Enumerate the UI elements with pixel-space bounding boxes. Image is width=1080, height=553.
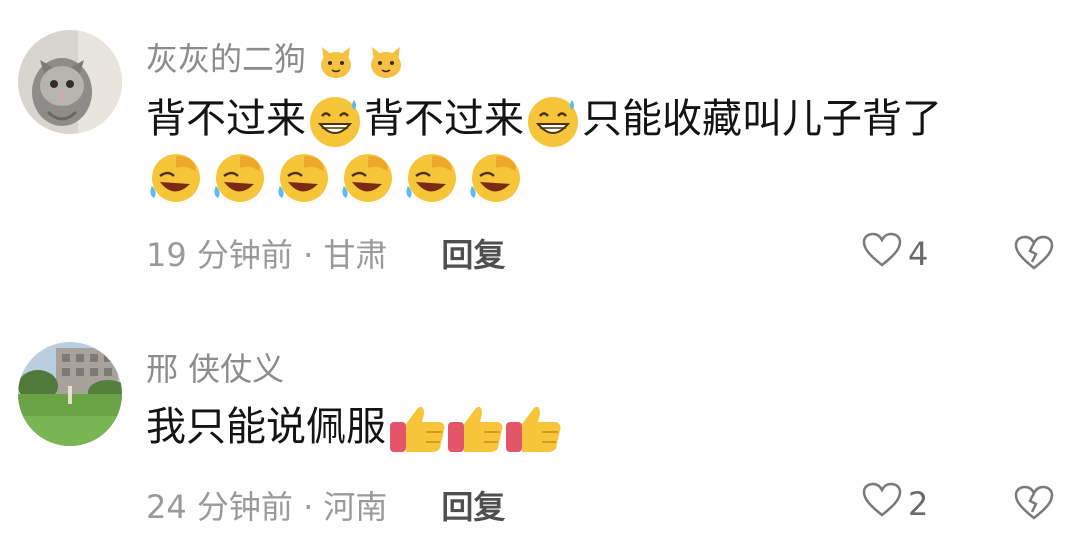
avatar[interactable] bbox=[18, 30, 122, 134]
thumbs-up-icon bbox=[444, 400, 503, 458]
comment-text: 我只能说佩服 bbox=[146, 396, 561, 458]
dislike-button[interactable] bbox=[1014, 234, 1054, 274]
thumbs-up-icon bbox=[502, 400, 561, 458]
avatar[interactable] bbox=[18, 342, 122, 446]
like-count: 2 bbox=[908, 485, 929, 523]
grinning-sweat-icon bbox=[524, 92, 582, 150]
emoji-row bbox=[146, 150, 524, 208]
thumbs-up-icon bbox=[386, 400, 445, 458]
heart-icon bbox=[862, 232, 902, 276]
grinning-sweat-icon bbox=[306, 92, 364, 150]
reply-button[interactable]: 回复 bbox=[441, 230, 505, 276]
comment-text: 背不过来 背不过来 只能收藏叫儿子背了 bbox=[146, 88, 942, 150]
rolling-laughing-icon bbox=[466, 150, 524, 208]
broken-heart-icon bbox=[1014, 485, 1054, 526]
comment-time-location: 24 分钟前 · 河南 bbox=[146, 488, 388, 526]
rolling-laughing-icon bbox=[210, 150, 268, 208]
rolling-laughing-icon bbox=[402, 150, 460, 208]
like-count: 4 bbox=[908, 235, 929, 273]
username[interactable]: 邢 侠仗义 bbox=[146, 344, 284, 390]
username[interactable]: 灰灰的二狗 bbox=[146, 34, 406, 81]
heart-icon bbox=[862, 482, 902, 526]
comment-meta: 19 分钟前 · 甘肃 回复 bbox=[146, 230, 505, 276]
like-button[interactable]: 4 bbox=[862, 232, 928, 276]
dislike-button[interactable] bbox=[1014, 484, 1054, 524]
comment-item: 邢 侠仗义 我只能说佩服 24 分钟前 · 河南 回复 2 bbox=[0, 330, 1080, 553]
cat-face-icon bbox=[316, 41, 356, 81]
cat-face-icon bbox=[366, 41, 406, 81]
broken-heart-icon bbox=[1014, 235, 1054, 276]
comment-item: 灰灰的二狗 背不过来 背不过来 只能收藏叫儿子背了 19 分钟前 · 甘肃 回复… bbox=[0, 0, 1080, 300]
comment-meta: 24 分钟前 · 河南 回复 bbox=[146, 482, 505, 528]
rolling-laughing-icon bbox=[338, 150, 396, 208]
rolling-laughing-icon bbox=[274, 150, 332, 208]
like-button[interactable]: 2 bbox=[862, 482, 928, 526]
rolling-laughing-icon bbox=[146, 150, 204, 208]
reply-button[interactable]: 回复 bbox=[441, 482, 505, 528]
comment-time-location: 19 分钟前 · 甘肃 bbox=[146, 236, 388, 274]
